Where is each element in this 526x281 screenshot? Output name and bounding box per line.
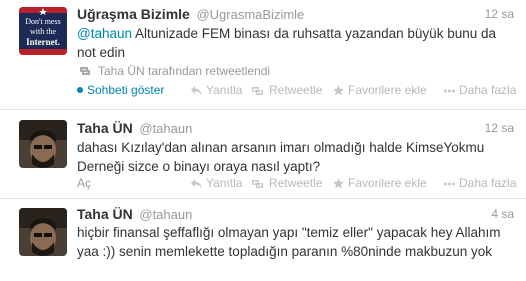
more-dots-icon	[444, 89, 455, 93]
retweet-label: Retweetle	[269, 83, 323, 97]
retweeted-by-text[interactable]: Taha ÜN tarafından retweetlendi	[98, 64, 270, 78]
avatar-text-line: Don't mess	[25, 17, 61, 26]
retweet-icon	[252, 87, 263, 95]
favorite-label: Favorilere ekle	[348, 83, 427, 97]
avatar[interactable]: Don't mess with the Internet.	[19, 7, 67, 55]
more-dots-icon	[444, 182, 455, 186]
retweet-label: Retweetle	[269, 176, 323, 190]
fullname-link[interactable]: Taha ÜN	[77, 120, 133, 136]
timestamp-link[interactable]: 12 sa	[485, 5, 514, 23]
more-label: Daha fazla	[459, 83, 517, 97]
avatar[interactable]	[19, 120, 67, 168]
user-photo-avatar-image	[19, 120, 67, 168]
retweeted-by: Taha ÜN tarafından retweetlendi	[77, 63, 270, 81]
username-link[interactable]: @tahaun	[139, 121, 192, 136]
expand-link[interactable]: Aç	[77, 175, 91, 191]
tweet-header: Taha ÜN @tahaun 12 sa	[77, 119, 514, 137]
tweet-actions: Aç Yanıtla Retweetle Favorilere ekle Dah…	[77, 175, 516, 191]
favorite-button[interactable]: Favorilere ekle	[333, 82, 427, 98]
tweet-timeline: Don't mess with the Internet. Uğraşma Bi…	[0, 0, 526, 281]
tweet-text: dahası Kızılay'dan alınan arsanın imarı …	[77, 140, 485, 174]
favorite-button[interactable]: Favorilere ekle	[333, 175, 427, 191]
reply-button[interactable]: Yanıtla	[191, 175, 242, 191]
tweet-text: @tahaun Altunizade FEM binası da ruhsatt…	[77, 24, 507, 62]
show-conversation-link[interactable]: Sohbeti göster	[77, 82, 164, 98]
tweet-header: Taha ÜN @tahaun 4 sa	[77, 205, 514, 223]
tweet-item[interactable]: Taha ÜN @tahaun 4 sa hiçbir finansal şef…	[0, 199, 526, 281]
more-button[interactable]: Daha fazla	[444, 175, 516, 191]
tweet-body: Altunizade FEM binası da ruhsatta yazand…	[77, 26, 496, 60]
reply-label: Yanıtla	[206, 83, 243, 97]
tweet-item[interactable]: Taha ÜN @tahaun 12 sa dahası Kızılay'dan…	[0, 110, 526, 199]
retweet-icon	[252, 180, 263, 188]
timestamp-link[interactable]: 12 sa	[485, 119, 514, 137]
timestamp-link[interactable]: 4 sa	[491, 205, 514, 223]
avatar-text-line: with the	[30, 27, 56, 36]
username-link[interactable]: @UgrasmaBizimle	[196, 7, 304, 22]
username-link[interactable]: @tahaun	[139, 207, 192, 222]
conversation-dot-icon	[77, 87, 83, 93]
star-icon	[333, 85, 344, 96]
more-label: Daha fazla	[459, 176, 517, 190]
fullname-link[interactable]: Uğraşma Bizimle	[77, 6, 190, 22]
avatar[interactable]	[19, 208, 67, 256]
star-icon	[333, 178, 344, 189]
reply-label: Yanıtla	[206, 176, 243, 190]
mention-link[interactable]: @tahaun	[77, 26, 132, 41]
reply-button[interactable]: Yanıtla	[191, 82, 242, 98]
favorite-label: Favorilere ekle	[348, 176, 427, 190]
tweet-text: hiçbir finansal şeffaflığı olmayan yapı …	[77, 225, 501, 259]
tweet-header: Uğraşma Bizimle @UgrasmaBizimle 12 sa	[77, 5, 514, 23]
tweet-actions: Sohbeti göster Yanıtla Retweetle Favoril…	[77, 82, 516, 98]
reply-icon	[191, 86, 202, 96]
tweet-item[interactable]: Don't mess with the Internet. Uğraşma Bi…	[0, 0, 526, 110]
retweet-button[interactable]: Retweetle	[250, 82, 322, 98]
show-conversation-label: Sohbeti göster	[87, 83, 165, 97]
retweet-button[interactable]: Retweetle	[250, 175, 322, 191]
retweet-icon	[77, 65, 93, 81]
reply-icon	[191, 179, 202, 189]
user-photo-avatar-image	[19, 208, 67, 256]
avatar-text-line: Internet.	[26, 37, 60, 47]
more-button[interactable]: Daha fazla	[444, 82, 516, 98]
fullname-link[interactable]: Taha ÜN	[77, 206, 133, 222]
